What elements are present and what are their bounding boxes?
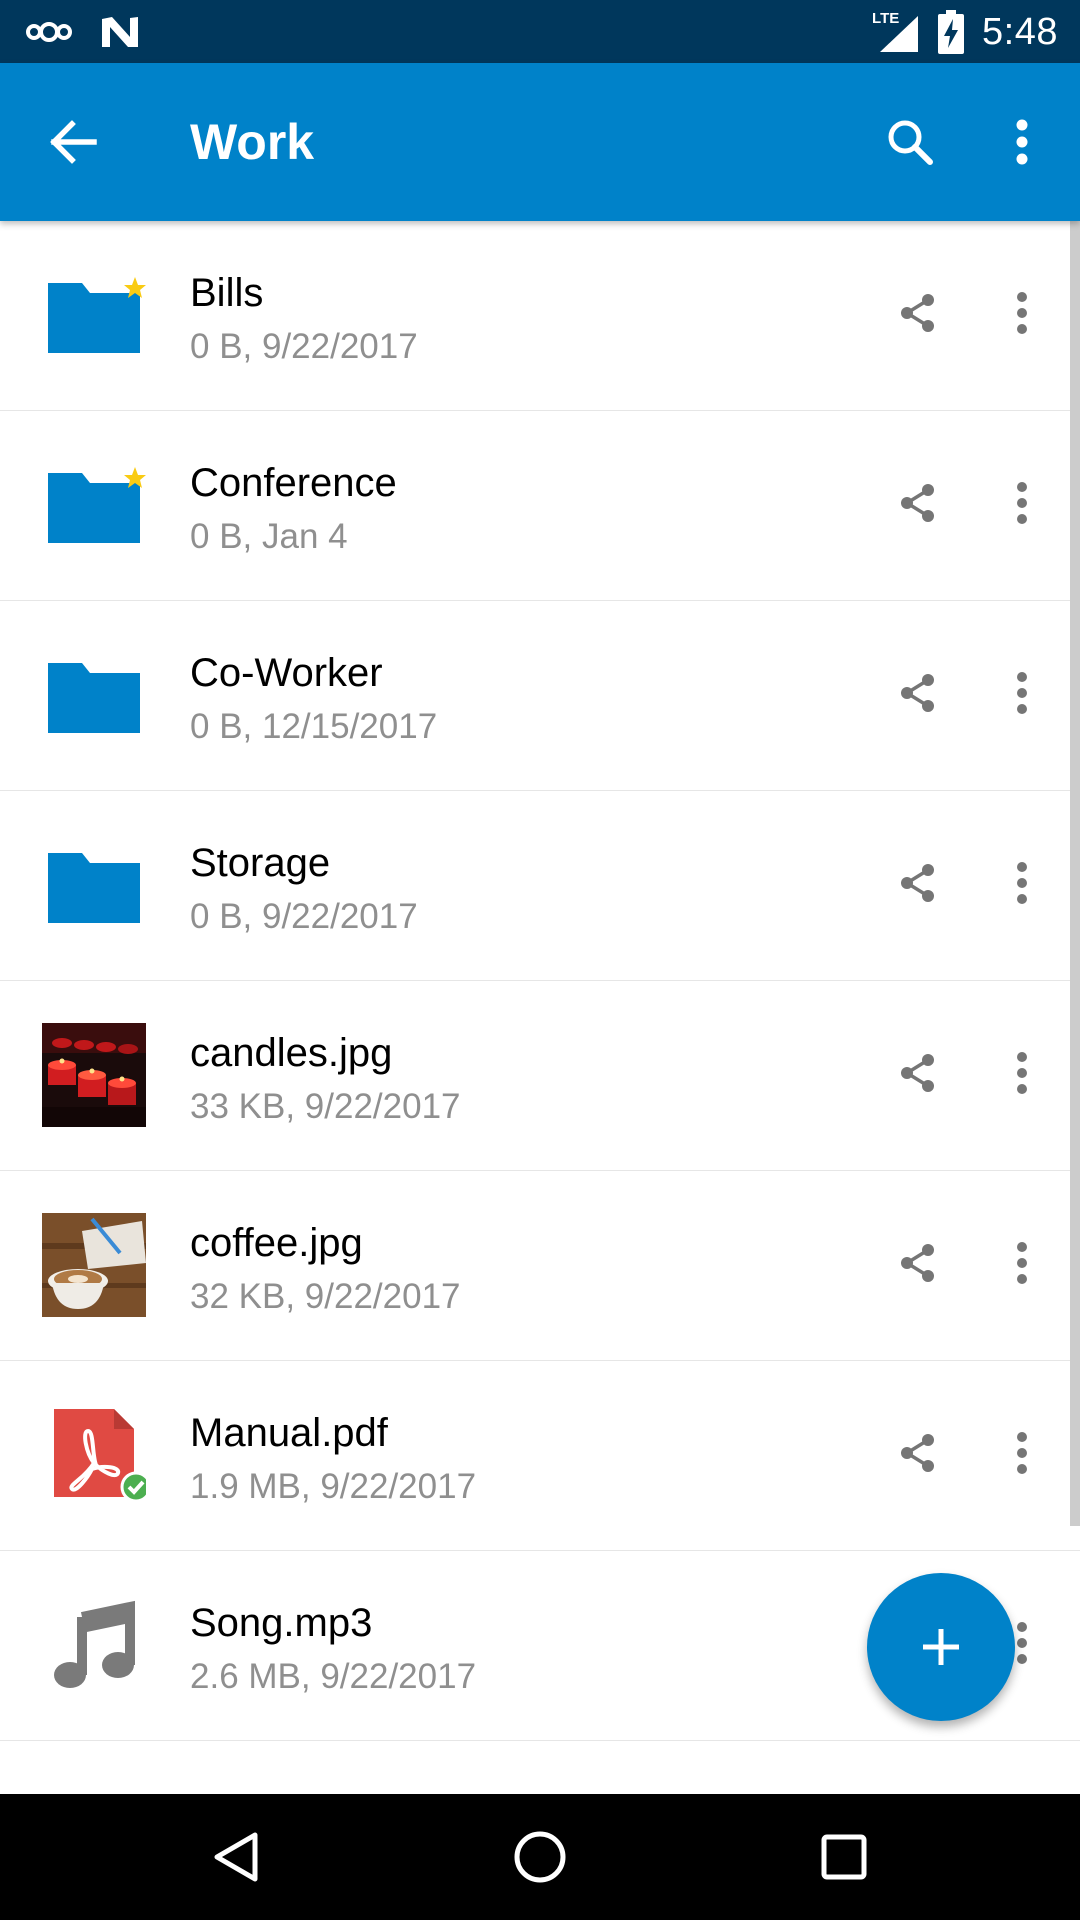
share-button[interactable] bbox=[888, 853, 948, 913]
share-button[interactable] bbox=[888, 1043, 948, 1103]
file-meta: 32 KB, 9/22/2017 bbox=[190, 1277, 461, 1316]
list-item[interactable]: Storage 0 B, 9/22/2017 bbox=[0, 791, 1080, 981]
page-title: Work bbox=[190, 114, 315, 170]
folder-thumbnail bbox=[42, 453, 146, 557]
file-meta: 1.9 MB, 9/22/2017 bbox=[190, 1467, 477, 1506]
list-item[interactable]: Conference 0 B, Jan 4 bbox=[0, 411, 1080, 601]
signal-icon: LTE bbox=[872, 10, 920, 54]
share-icon bbox=[901, 864, 934, 902]
list-item[interactable]: candles.jpg 33 KB, 9/22/2017 bbox=[0, 981, 1080, 1171]
search-button[interactable] bbox=[876, 108, 944, 176]
back-arrow-icon bbox=[50, 120, 97, 164]
scrollbar[interactable] bbox=[1070, 221, 1080, 1526]
audio-thumbnail bbox=[42, 1593, 146, 1697]
share-icon bbox=[901, 674, 934, 712]
candles-image bbox=[42, 1023, 146, 1127]
share-button[interactable] bbox=[888, 663, 948, 723]
nav-home-icon bbox=[514, 1831, 566, 1883]
nav-recents-button[interactable] bbox=[804, 1817, 884, 1897]
plus-icon bbox=[923, 1629, 959, 1665]
music-note-icon bbox=[54, 1600, 135, 1688]
status-right-icons: LTE 5:48 bbox=[872, 8, 1058, 56]
file-name: Song.mp3 bbox=[190, 1601, 373, 1645]
item-menu-button[interactable] bbox=[998, 1423, 1046, 1483]
file-meta: 0 B, 9/22/2017 bbox=[190, 897, 418, 936]
share-icon bbox=[901, 484, 934, 522]
coffee-image bbox=[42, 1213, 146, 1317]
file-name: coffee.jpg bbox=[190, 1221, 363, 1265]
folder-icon bbox=[48, 277, 146, 353]
back-button[interactable] bbox=[40, 108, 108, 176]
file-meta: 33 KB, 9/22/2017 bbox=[190, 1087, 461, 1126]
file-meta: 2.6 MB, 9/22/2017 bbox=[190, 1657, 477, 1696]
share-button[interactable] bbox=[888, 1423, 948, 1483]
image-thumbnail bbox=[42, 1213, 146, 1317]
more-vert-icon bbox=[1017, 1622, 1027, 1664]
app-bar: Work bbox=[0, 63, 1080, 221]
share-icon bbox=[901, 294, 934, 332]
share-icon bbox=[901, 1054, 934, 1092]
folder-icon bbox=[48, 467, 146, 543]
more-vert-icon bbox=[1017, 1052, 1027, 1094]
share-button[interactable] bbox=[888, 283, 948, 343]
nav-recents-icon bbox=[821, 1834, 867, 1880]
more-vert-icon bbox=[1017, 672, 1027, 714]
file-name: Co-Worker bbox=[190, 651, 383, 695]
file-name: Conference bbox=[190, 461, 397, 505]
file-name: Manual.pdf bbox=[190, 1411, 388, 1455]
add-button[interactable] bbox=[867, 1573, 1015, 1721]
share-icon bbox=[901, 1434, 934, 1472]
more-vert-icon bbox=[1017, 292, 1027, 334]
share-button[interactable] bbox=[888, 473, 948, 533]
share-icon bbox=[901, 1244, 934, 1282]
item-menu-button[interactable] bbox=[998, 1233, 1046, 1293]
file-meta: 0 B, Jan 4 bbox=[190, 517, 348, 556]
list-item[interactable]: coffee.jpg 32 KB, 9/22/2017 bbox=[0, 1171, 1080, 1361]
sync-check-icon bbox=[120, 1471, 146, 1503]
navigation-bar bbox=[0, 1794, 1080, 1920]
item-menu-button[interactable] bbox=[998, 283, 1046, 343]
list-item[interactable]: Bills 0 B, 9/22/2017 bbox=[0, 221, 1080, 411]
list-item[interactable]: Co-Worker 0 B, 12/15/2017 bbox=[0, 601, 1080, 791]
more-vert-icon bbox=[1017, 862, 1027, 904]
list-item[interactable]: Manual.pdf 1.9 MB, 9/22/2017 bbox=[0, 1361, 1080, 1551]
status-bar: LTE 5:48 bbox=[0, 0, 1080, 63]
more-vert-icon bbox=[1017, 482, 1027, 524]
file-name: Bills bbox=[190, 271, 264, 315]
nav-back-button[interactable] bbox=[196, 1817, 276, 1897]
file-list: Bills 0 B, 9/22/2017 Conference 0 B, Jan… bbox=[0, 221, 1080, 1741]
folder-icon bbox=[48, 853, 140, 923]
file-name: candles.jpg bbox=[190, 1031, 393, 1075]
file-meta: 0 B, 9/22/2017 bbox=[190, 327, 418, 366]
overflow-menu-button[interactable] bbox=[990, 108, 1054, 176]
overflow-menu-icon bbox=[1016, 119, 1028, 165]
clock: 5:48 bbox=[982, 10, 1058, 53]
item-menu-button[interactable] bbox=[998, 1043, 1046, 1103]
item-menu-button[interactable] bbox=[998, 853, 1046, 913]
more-vert-icon bbox=[1017, 1432, 1027, 1474]
battery-charging-icon bbox=[938, 10, 965, 54]
status-left-icons bbox=[26, 12, 140, 52]
cloud-icon bbox=[26, 22, 72, 42]
share-button[interactable] bbox=[888, 1233, 948, 1293]
image-thumbnail bbox=[42, 1023, 146, 1127]
nav-back-icon bbox=[214, 1832, 258, 1882]
n-logo-icon bbox=[102, 17, 138, 47]
folder-thumbnail bbox=[42, 833, 146, 937]
file-meta: 0 B, 12/15/2017 bbox=[190, 707, 438, 746]
folder-thumbnail bbox=[42, 263, 146, 367]
item-menu-button[interactable] bbox=[998, 473, 1046, 533]
more-vert-icon bbox=[1017, 1242, 1027, 1284]
item-menu-button[interactable] bbox=[998, 663, 1046, 723]
pdf-icon bbox=[54, 1409, 146, 1503]
search-icon bbox=[888, 120, 933, 165]
file-name: Storage bbox=[190, 841, 331, 885]
nav-home-button[interactable] bbox=[500, 1817, 580, 1897]
folder-thumbnail bbox=[42, 643, 146, 747]
pdf-thumbnail bbox=[42, 1403, 146, 1507]
folder-icon bbox=[48, 663, 140, 733]
